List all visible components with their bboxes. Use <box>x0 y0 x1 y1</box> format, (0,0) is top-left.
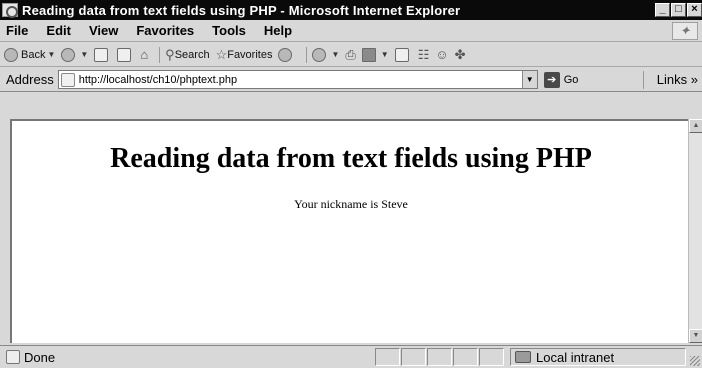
status-pane <box>401 348 426 366</box>
address-url[interactable]: http://localhost/ch10/phptext.php <box>79 74 237 86</box>
go-arrow-icon: ➔ <box>543 71 560 88</box>
menu-tools[interactable]: Tools <box>212 23 246 38</box>
status-bar: Done Local intranet <box>0 345 702 368</box>
menu-bar: File Edit View Favorites Tools Help <box>0 20 702 42</box>
research-button[interactable]: ☷ <box>418 47 430 63</box>
back-button[interactable]: Back ▼ <box>4 47 55 62</box>
search-icon: ⚲ <box>165 46 175 62</box>
refresh-button[interactable] <box>117 47 134 62</box>
windows-logo-icon: ✦ <box>672 22 698 40</box>
links-button[interactable]: Links » <box>657 72 698 87</box>
security-zone[interactable]: Local intranet <box>510 348 686 366</box>
history-button[interactable] <box>278 47 295 62</box>
edit-icon <box>361 47 376 62</box>
zone-label: Local intranet <box>536 349 615 365</box>
print-button[interactable]: ⎙ <box>345 47 355 63</box>
toolbar-separator <box>306 46 308 63</box>
status-panes <box>375 348 505 366</box>
window-controls: _ □ × <box>655 3 702 17</box>
extra-tool-button[interactable]: ✤ <box>455 47 466 63</box>
search-label: Search <box>174 48 210 61</box>
back-dropdown-icon[interactable]: ▼ <box>47 50 55 59</box>
discuss-icon <box>394 47 409 62</box>
menu-help[interactable]: Help <box>264 23 292 38</box>
mail-dropdown-icon[interactable]: ▼ <box>331 50 339 59</box>
page-heading: Reading data from text fields using PHP <box>110 143 592 174</box>
nickname-message: Your nickname is Steve <box>294 197 408 211</box>
browser-window: Reading data from text fields using PHP … <box>0 0 702 368</box>
links-separator <box>643 71 644 89</box>
messenger-icon: ☺ <box>435 47 449 62</box>
title-bar: Reading data from text fields using PHP … <box>0 0 702 20</box>
menu-edit[interactable]: Edit <box>46 23 71 38</box>
standard-toolbar: Back ▼ ▼ ⌂ ⚲ Search ☆ Favorites ▼ ⎙ ▼ ☷ … <box>0 43 702 67</box>
status-text: Done <box>24 349 56 365</box>
mail-icon <box>312 47 327 62</box>
intranet-icon <box>515 351 531 363</box>
scroll-down-icon[interactable]: ▼ <box>689 329 702 343</box>
vertical-scrollbar[interactable]: ▲ ▼ <box>688 119 702 343</box>
address-bar: Address http://localhost/ch10/phptext.ph… <box>0 68 702 92</box>
favorites-button[interactable]: ☆ Favorites <box>216 47 273 63</box>
menu-file[interactable]: File <box>6 23 28 38</box>
go-button[interactable]: ➔ Go <box>543 71 579 88</box>
mail-button[interactable]: ▼ <box>312 47 339 62</box>
address-label: Address <box>6 72 54 87</box>
address-input[interactable]: http://localhost/ch10/phptext.php ▼ <box>57 70 538 89</box>
print-icon: ⎙ <box>345 46 356 62</box>
edit-dropdown-icon[interactable]: ▼ <box>381 50 389 59</box>
messenger-button[interactable]: ☺ <box>435 47 448 62</box>
puzzle-icon: ✤ <box>454 46 466 62</box>
toolbar-separator <box>159 46 161 63</box>
research-icon: ☷ <box>417 46 430 62</box>
forward-dropdown-icon[interactable]: ▼ <box>80 50 88 59</box>
stop-icon <box>94 47 109 62</box>
status-pane <box>427 348 452 366</box>
address-dropdown-icon[interactable]: ▼ <box>521 71 537 88</box>
page-icon <box>60 72 75 87</box>
minimize-button[interactable]: _ <box>655 3 670 17</box>
ie-app-icon[interactable] <box>2 3 18 18</box>
menu-favorites[interactable]: Favorites <box>136 23 194 38</box>
forward-button[interactable]: ▼ <box>61 47 88 62</box>
favorites-label: Favorites <box>227 48 273 61</box>
discuss-button[interactable] <box>394 47 412 62</box>
status-pane <box>375 348 400 366</box>
page-done-icon <box>6 350 20 364</box>
resize-grip-icon[interactable] <box>690 356 700 366</box>
menu-view[interactable]: View <box>89 23 118 38</box>
maximize-button[interactable]: □ <box>671 3 686 17</box>
stop-button[interactable] <box>94 47 111 62</box>
go-label: Go <box>563 73 579 86</box>
status-pane <box>479 348 504 366</box>
status-pane <box>453 348 478 366</box>
home-icon: ⌂ <box>140 47 149 62</box>
edit-button[interactable]: ▼ <box>361 47 389 62</box>
close-button[interactable]: × <box>687 3 702 17</box>
scroll-up-icon[interactable]: ▲ <box>689 119 702 133</box>
forward-arrow-icon <box>61 47 76 62</box>
page-content: Reading data from text fields using PHP … <box>10 119 688 343</box>
history-icon <box>278 47 293 62</box>
search-button[interactable]: ⚲ Search <box>165 47 209 63</box>
refresh-icon <box>117 47 132 62</box>
home-button[interactable]: ⌂ <box>140 47 148 62</box>
back-label: Back <box>21 48 46 61</box>
window-title: Reading data from text fields using PHP … <box>22 2 461 18</box>
star-icon: ☆ <box>215 46 228 62</box>
back-arrow-icon <box>4 47 18 62</box>
